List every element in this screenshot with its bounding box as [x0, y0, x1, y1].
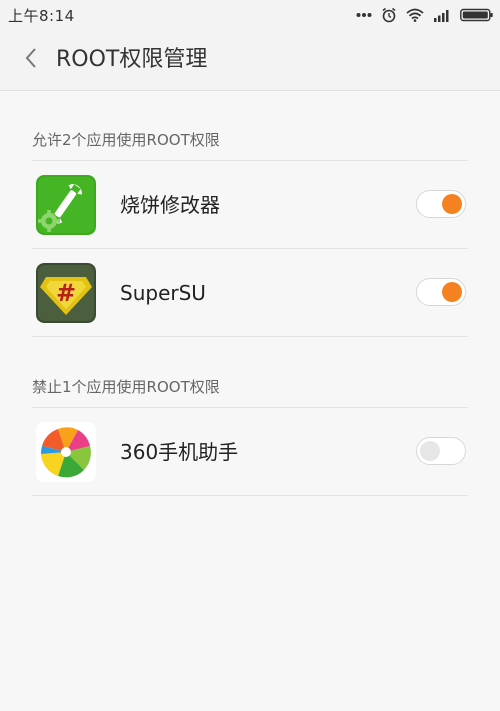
- section-header-denied: 禁止1个应用使用ROOT权限: [32, 378, 220, 396]
- app-name: 360手机助手: [120, 440, 239, 464]
- toggle-knob: [420, 441, 440, 461]
- app-row-shaobing[interactable]: 烧饼修改器: [0, 161, 500, 249]
- chevron-left-icon: [24, 47, 38, 73]
- toggle-knob: [442, 282, 462, 302]
- status-bar: 上午8:14: [0, 0, 500, 30]
- app-row-supersu[interactable]: # SuperSU: [0, 249, 500, 337]
- divider: [32, 336, 468, 337]
- more-dots-icon: [356, 12, 372, 18]
- supersu-icon: #: [36, 263, 96, 323]
- back-button[interactable]: [14, 42, 48, 78]
- alarm-icon: [381, 7, 397, 23]
- page-title: ROOT权限管理: [56, 47, 208, 72]
- app-row-360[interactable]: 360手机助手: [0, 408, 500, 496]
- root-toggle[interactable]: [416, 437, 466, 465]
- section-header-allowed: 允许2个应用使用ROOT权限: [32, 131, 220, 149]
- root-toggle[interactable]: [416, 278, 466, 306]
- root-toggle[interactable]: [416, 190, 466, 218]
- divider: [32, 495, 468, 496]
- app-name: SuperSU: [120, 281, 206, 305]
- status-time: 上午8:14: [8, 7, 75, 25]
- title-bar: ROOT权限管理: [0, 30, 500, 91]
- signal-icon: [433, 8, 451, 22]
- status-icons: [356, 6, 494, 24]
- toggle-knob: [442, 194, 462, 214]
- app-name: 烧饼修改器: [120, 193, 220, 217]
- wrench-gear-icon: [36, 175, 96, 235]
- svg-text:#: #: [56, 279, 76, 307]
- battery-icon: [460, 8, 494, 22]
- wifi-icon: [406, 8, 424, 22]
- 360-assistant-icon: [36, 422, 96, 482]
